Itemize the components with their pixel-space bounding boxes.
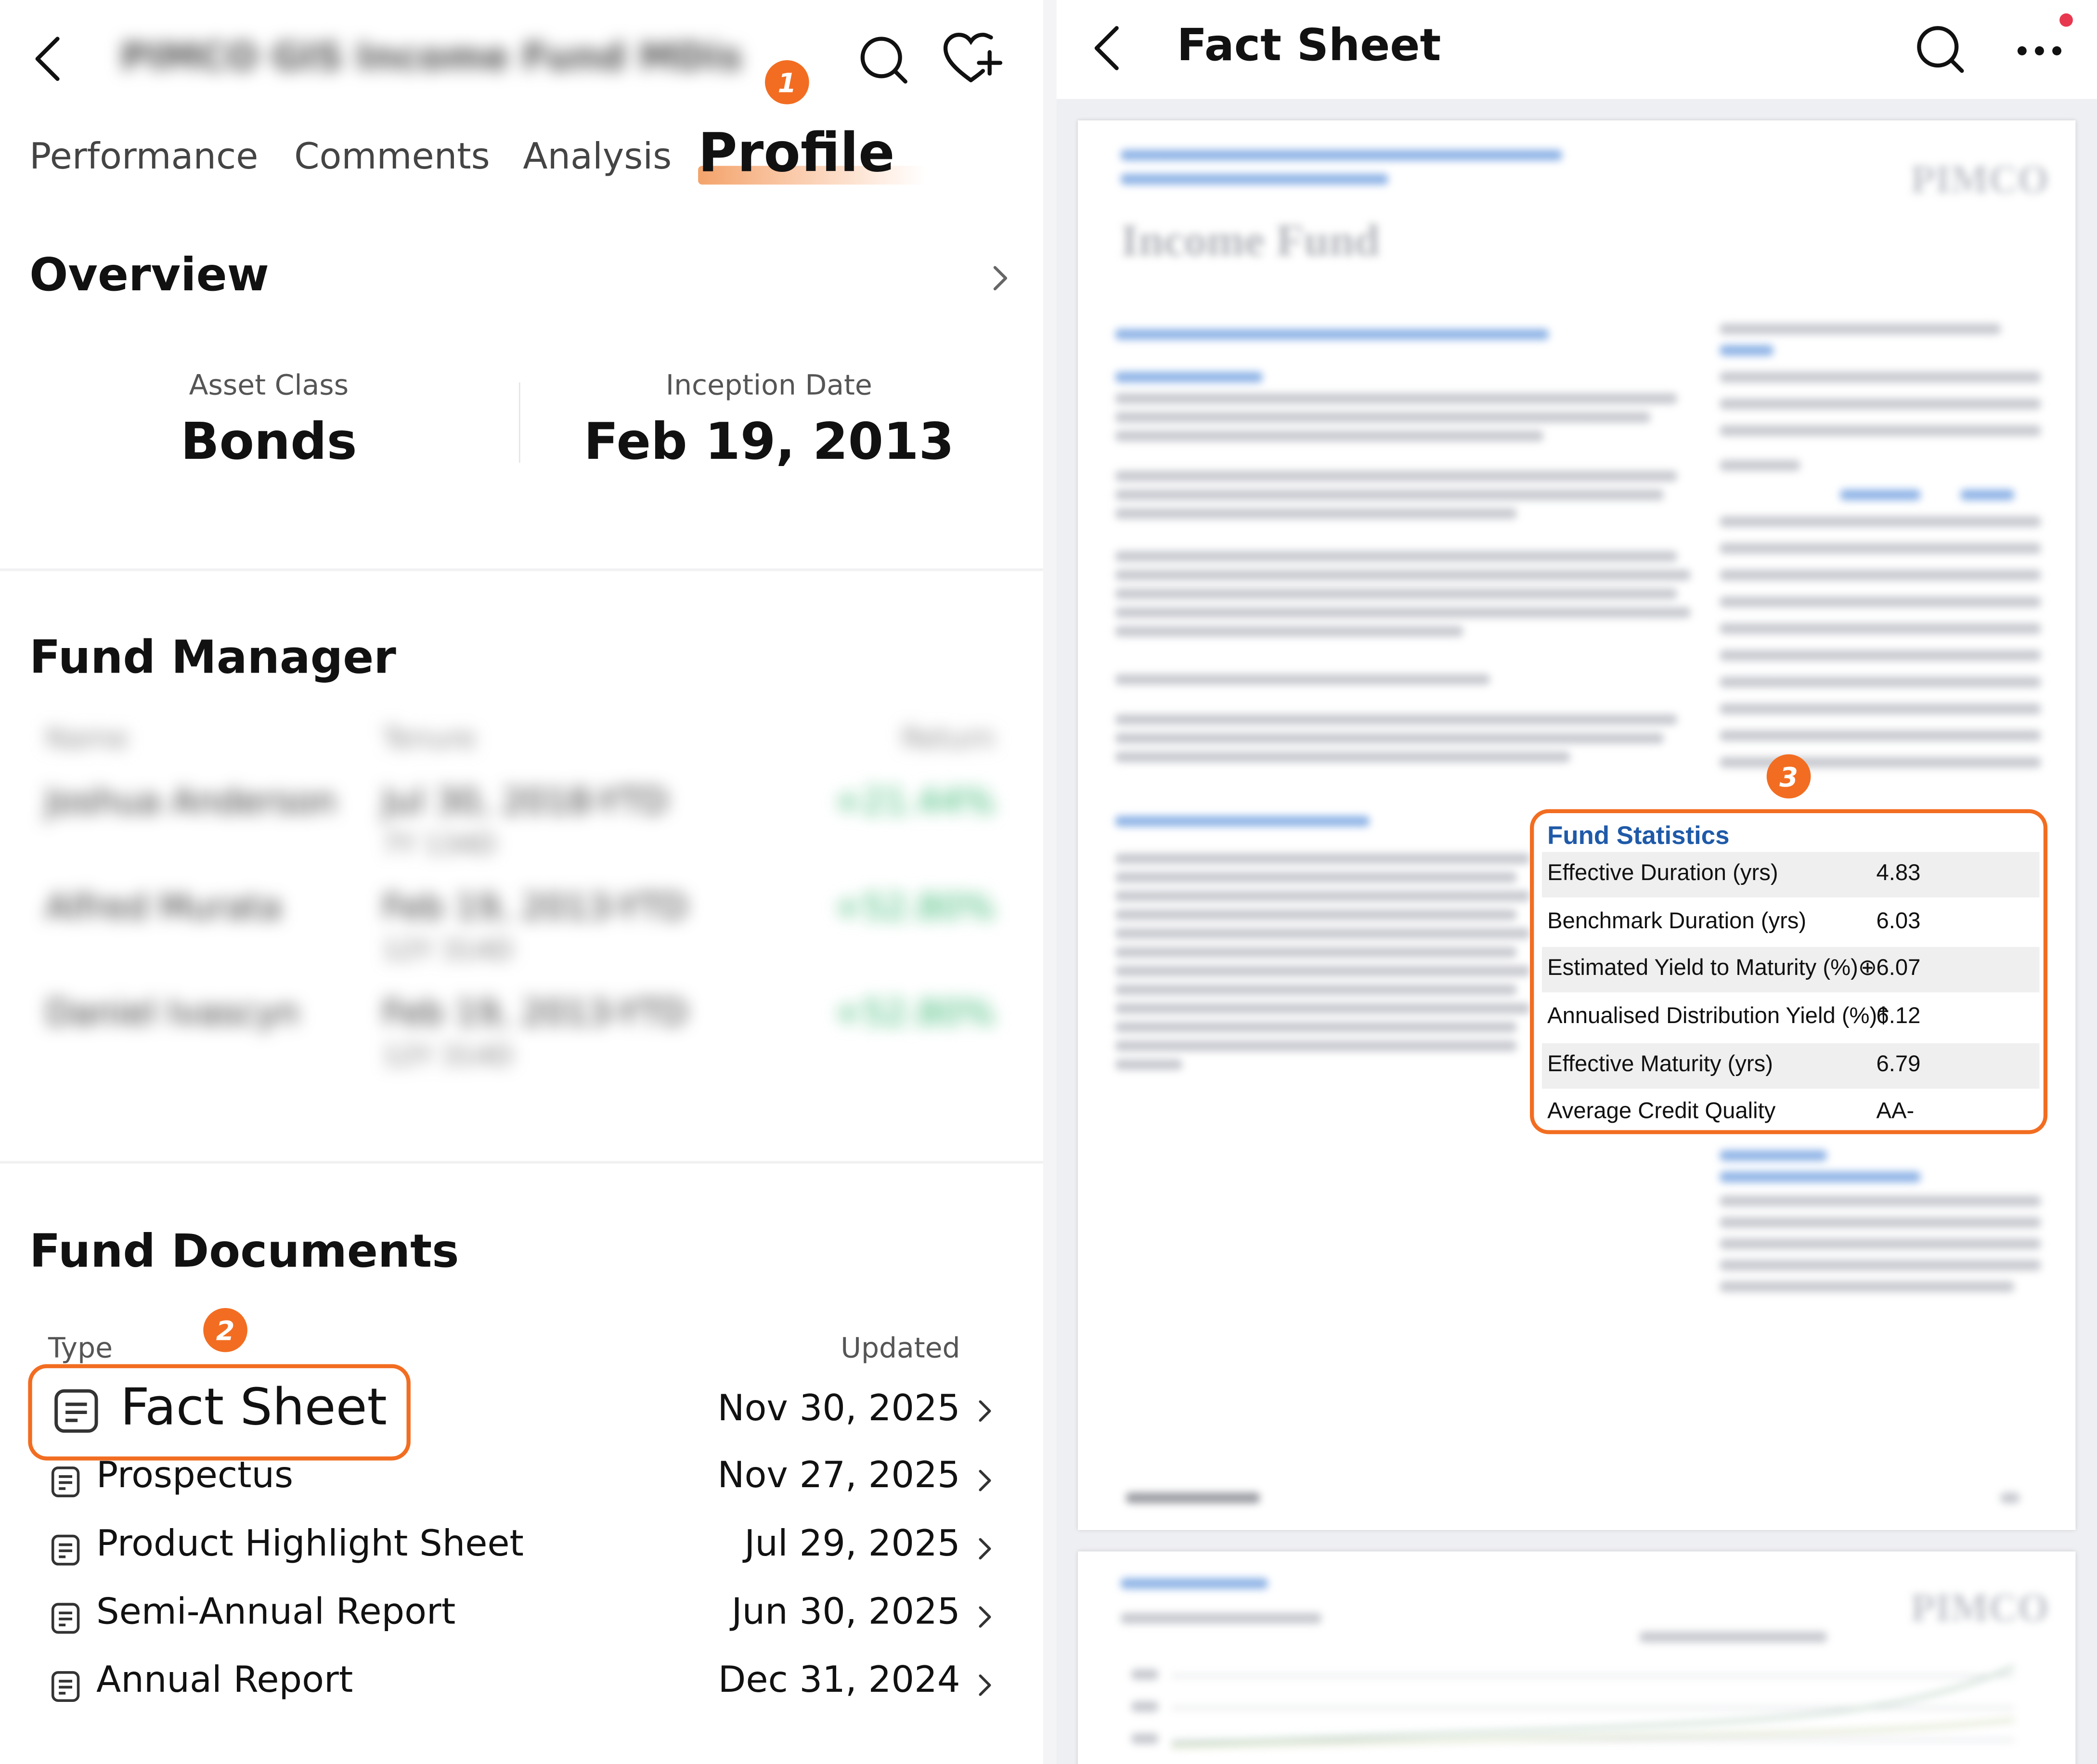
col-name: Name [45,722,129,754]
fund-stat-label: Effective Maturity (yrs) [1547,1051,1773,1077]
chevron-right-icon [976,1671,995,1700]
doc-row-prospectus[interactable]: Prospectus Nov 27, 2025 [51,1453,1003,1511]
doc-name: Fact Sheet [120,1377,387,1437]
doc-name: Semi-Annual Report [96,1591,456,1633]
manager-tenure: Feb 19, 2013-YTD [382,888,688,928]
doc-date: Dec 31, 2024 [718,1660,960,1701]
doc-name: Product Highlight Sheet [96,1523,524,1565]
fund-stat-row: Annualised Distribution Yield (%)† 6.12 [1542,995,2039,1040]
manager-tenure-length: 12Y 314D [382,1039,513,1072]
step-badge-3: 3 [1766,754,1811,799]
manager-tenure: Jul 30, 2018-YTD [382,782,668,823]
viewer-header: Fact Sheet [1056,0,2097,99]
document-icon [51,1466,80,1498]
fund-statistics-title: Fund Statistics [1547,822,1730,851]
fund-stat-row: Estimated Yield to Maturity (%)⊕ 6.07 [1542,947,2040,993]
doc-date: Jun 30, 2025 [731,1591,960,1633]
doc-row-product-highlight-sheet[interactable]: Product Highlight Sheet Jul 29, 2025 [51,1521,1003,1580]
blurred-document-content: PIMCO [1078,1551,2075,1764]
chevron-right-icon [976,1396,995,1431]
doc-name: Prospectus [96,1455,294,1497]
fund-stat-row: Average Credit Quality AA- [1542,1090,2039,1128]
col-tenure: Tenure [382,722,476,754]
doc-row-fact-sheet[interactable]: Fact Sheet Nov 30, 2025 [51,1377,1003,1447]
fund-stat-value: 4.83 [1876,860,1921,886]
manager-name: Daniel Ivascyn [45,994,299,1034]
screen-gutter [1043,0,1057,1764]
step-badge-2: 2 [203,1308,247,1352]
manager-row[interactable]: Alfred Murata Feb 19, 2013-YTD 12Y 314D … [45,888,995,969]
fund-manager-table: Name Tenure Return Joshua Anderson Jul 3… [0,0,1043,1177]
manager-name: Joshua Anderson [45,782,337,823]
doc-row-semi-annual-report[interactable]: Semi-Annual Report Jun 30, 2025 [51,1589,1003,1647]
manager-tenure: Feb 19, 2013-YTD [382,994,688,1034]
fund-statistics-card: Fund Statistics Effective Duration (yrs)… [1530,809,2048,1134]
chevron-right-icon [976,1602,995,1632]
col-type: Type [48,1332,113,1364]
fund-stat-row: Effective Maturity (yrs) 6.79 [1542,1043,2040,1089]
back-arrow-icon[interactable] [1083,24,1131,72]
document-page[interactable]: PIMCO [1078,1551,2076,1764]
col-return: Return [902,722,995,754]
fund-stat-label: Estimated Yield to Maturity (%)⊕ [1547,955,1877,981]
document-icon [51,1602,80,1634]
fund-profile-screen: PIMCO GIS Income Fund MDis 1 Performance… [0,0,1043,1764]
doc-date: Jul 29, 2025 [744,1523,960,1565]
doc-name: Annual Report [96,1660,353,1701]
doc-row-annual-report[interactable]: Annual Report Dec 31, 2024 [51,1657,1003,1716]
doc-date: Nov 30, 2025 [717,1388,960,1430]
viewer-title: Fact Sheet [1177,18,1441,71]
fund-stat-value: 6.12 [1876,1003,1921,1029]
fund-stat-value: 6.07 [1876,955,1921,981]
fund-stat-value: AA- [1876,1098,1915,1124]
fund-stat-row: Effective Duration (yrs) 4.83 [1542,852,2040,898]
chevron-right-icon [976,1466,995,1495]
manager-return: +52.80% [833,888,995,928]
document-heading: Income Fund [1120,217,1380,266]
fund-stat-label: Average Credit Quality [1547,1098,1776,1124]
search-icon[interactable] [1913,21,1969,78]
manager-tenure-length: 7Y 134D [382,828,496,860]
document-icon [53,1388,99,1440]
manager-return: +21.44% [833,782,995,823]
fund-documents-title: Fund Documents [29,1225,459,1279]
manager-return: +52.80% [833,994,995,1034]
section-divider [0,1161,1043,1164]
col-updated: Updated [841,1332,960,1364]
document-icon [51,1671,80,1703]
fund-stat-label: Benchmark Duration (yrs) [1547,908,1807,934]
manager-tenure-length: 12Y 314D [382,934,513,966]
manager-row[interactable]: Daniel Ivascyn Feb 19, 2013-YTD 12Y 314D… [45,994,995,1074]
doc-date: Nov 27, 2025 [717,1455,960,1497]
manager-name: Alfred Murata [45,888,282,928]
chevron-right-icon [976,1534,995,1563]
brand-logo: PIMCO [1910,157,2049,202]
document-icon [51,1534,80,1566]
fund-stat-value: 6.03 [1876,908,1921,934]
fund-stat-label: Effective Duration (yrs) [1547,860,1778,886]
fund-stat-value: 6.79 [1876,1051,1921,1077]
more-icon[interactable] [2011,27,2070,70]
brand-logo: PIMCO [1910,1586,2049,1631]
notification-dot-icon [2059,13,2073,27]
fund-stat-row: Benchmark Duration (yrs) 6.03 [1542,900,2039,946]
fund-stat-label: Annualised Distribution Yield (%)† [1547,1003,1890,1029]
manager-row[interactable]: Joshua Anderson Jul 30, 2018-YTD 7Y 134D… [45,782,995,863]
